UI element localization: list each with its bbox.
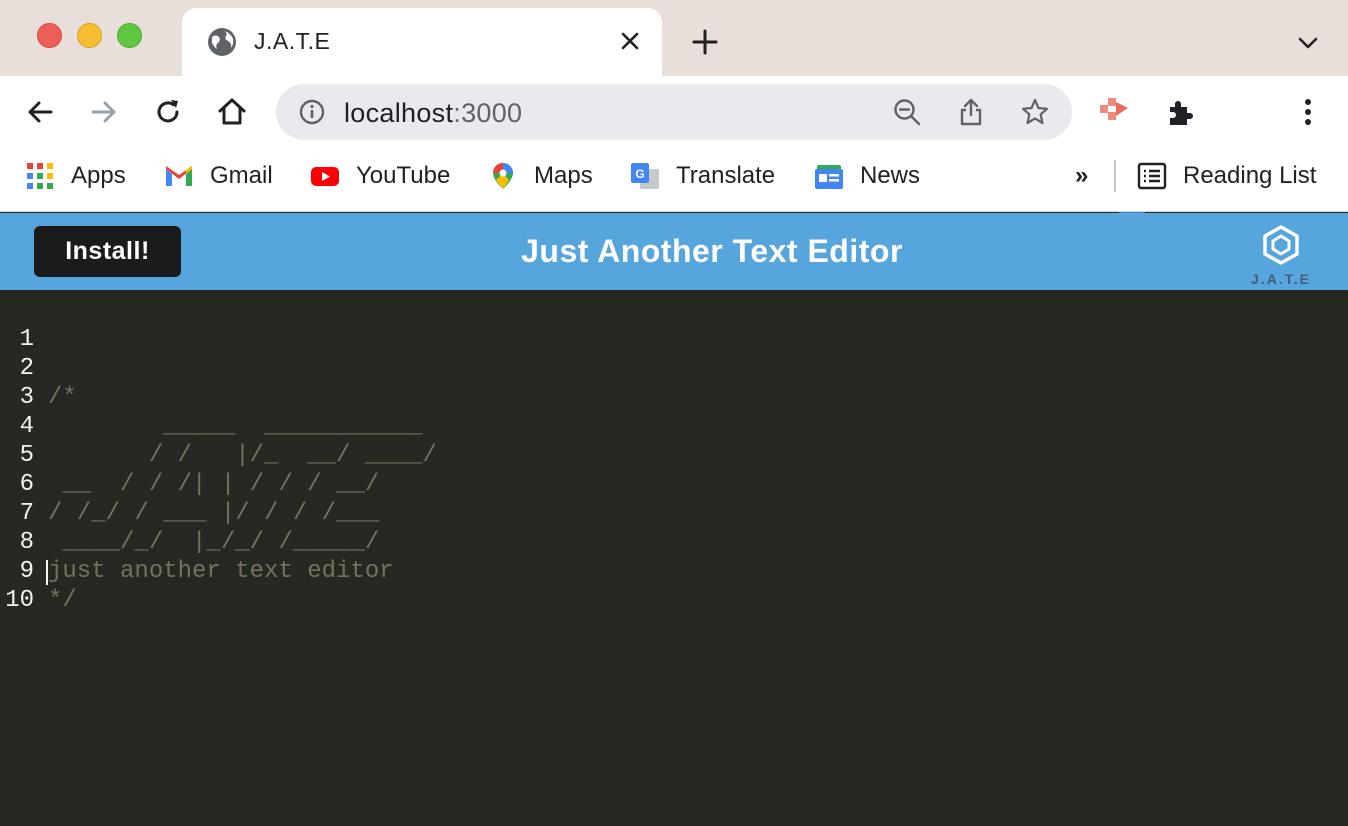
gmail-icon (166, 166, 192, 186)
more-menu-icon[interactable] (1291, 95, 1325, 129)
news-icon (815, 165, 843, 189)
svg-text:G: G (635, 167, 644, 181)
zoom-out-icon[interactable] (892, 97, 922, 127)
tab-strip: J.A.T.E (0, 0, 1348, 76)
code-line[interactable]: 10 (0, 557, 1348, 614)
chevron-down-icon[interactable] (1295, 30, 1321, 56)
line-number: 10 (5, 587, 34, 614)
bookmark-translate[interactable]: G Translate (630, 160, 775, 192)
tab-title: J.A.T.E (254, 28, 331, 54)
zoom-window-button[interactable] (117, 23, 142, 48)
apps-grid-icon (27, 163, 53, 189)
reading-list-button[interactable]: Reading List (1137, 160, 1316, 192)
code-line[interactable]: 4 / / |/_ __/ ____/ (0, 383, 1348, 469)
back-icon[interactable] (23, 95, 57, 129)
address-url[interactable]: localhost:3000 (344, 98, 522, 129)
bookmarks-divider (1114, 160, 1116, 192)
bookmark-gmail[interactable]: Gmail (164, 160, 273, 192)
bookmark-youtube[interactable]: YouTube (310, 160, 450, 192)
share-icon[interactable] (956, 97, 986, 127)
bookmark-news[interactable]: News (814, 160, 920, 192)
reload-icon[interactable] (151, 95, 185, 129)
code-line[interactable]: 9 */ (0, 528, 1348, 614)
code-line[interactable]: 1 (0, 296, 1348, 353)
code-line[interactable]: 3 _____ ___________ (0, 354, 1348, 440)
code-line[interactable]: 7 ____/_/ |_/_/ /_____/ (0, 470, 1348, 556)
address-bar[interactable]: localhost:3000 (276, 84, 1072, 140)
new-tab-icon[interactable] (690, 27, 720, 57)
jate-logo: J.A.T.E (1246, 221, 1316, 289)
forward-icon[interactable] (87, 95, 121, 129)
tab-active[interactable]: J.A.T.E (182, 8, 662, 76)
app-header: Install! Just Another Text Editor J.A.T.… (0, 213, 1348, 290)
extension-devtools-icon[interactable] (1098, 96, 1132, 130)
code-line[interactable]: 8 just another text editor (0, 499, 1348, 585)
bookmarks-overflow-button[interactable]: » (1075, 162, 1088, 190)
code-line[interactable]: 5 __ / / /| | / / / __/ (0, 412, 1348, 498)
extensions-puzzle-icon[interactable] (1164, 95, 1198, 129)
bookmark-maps[interactable]: Maps (488, 160, 593, 192)
maps-pin-icon (493, 163, 513, 189)
close-tab-icon[interactable] (618, 29, 642, 53)
close-window-button[interactable] (37, 23, 62, 48)
app-title: Just Another Text Editor (521, 233, 903, 269)
code-line[interactable]: 6 / /_/ / ___ |/ / / /___ (0, 441, 1348, 527)
reading-list-icon (1137, 162, 1167, 190)
site-info-icon[interactable] (298, 98, 326, 126)
translate-icon: G (631, 163, 659, 189)
cube-logo-icon (1263, 225, 1299, 265)
text-cursor (46, 560, 48, 585)
star-icon[interactable] (1020, 97, 1050, 127)
bookmark-apps[interactable]: Apps (25, 160, 126, 192)
home-icon[interactable] (215, 95, 249, 129)
code-editor[interactable]: 1 2 /* 3 _____ ___________ 4 / / |/_ __/… (0, 290, 1348, 826)
logo-text: J.A.T.E (1251, 271, 1311, 287)
globe-icon (208, 28, 236, 56)
bookmarks-bar: Apps Gmail YouTube Maps G Translate News… (0, 148, 1348, 212)
youtube-icon (311, 167, 339, 186)
minimize-window-button[interactable] (77, 23, 102, 48)
browser-toolbar: localhost:3000 1 (0, 76, 1348, 217)
code-line[interactable]: 2 /* (0, 325, 1348, 411)
